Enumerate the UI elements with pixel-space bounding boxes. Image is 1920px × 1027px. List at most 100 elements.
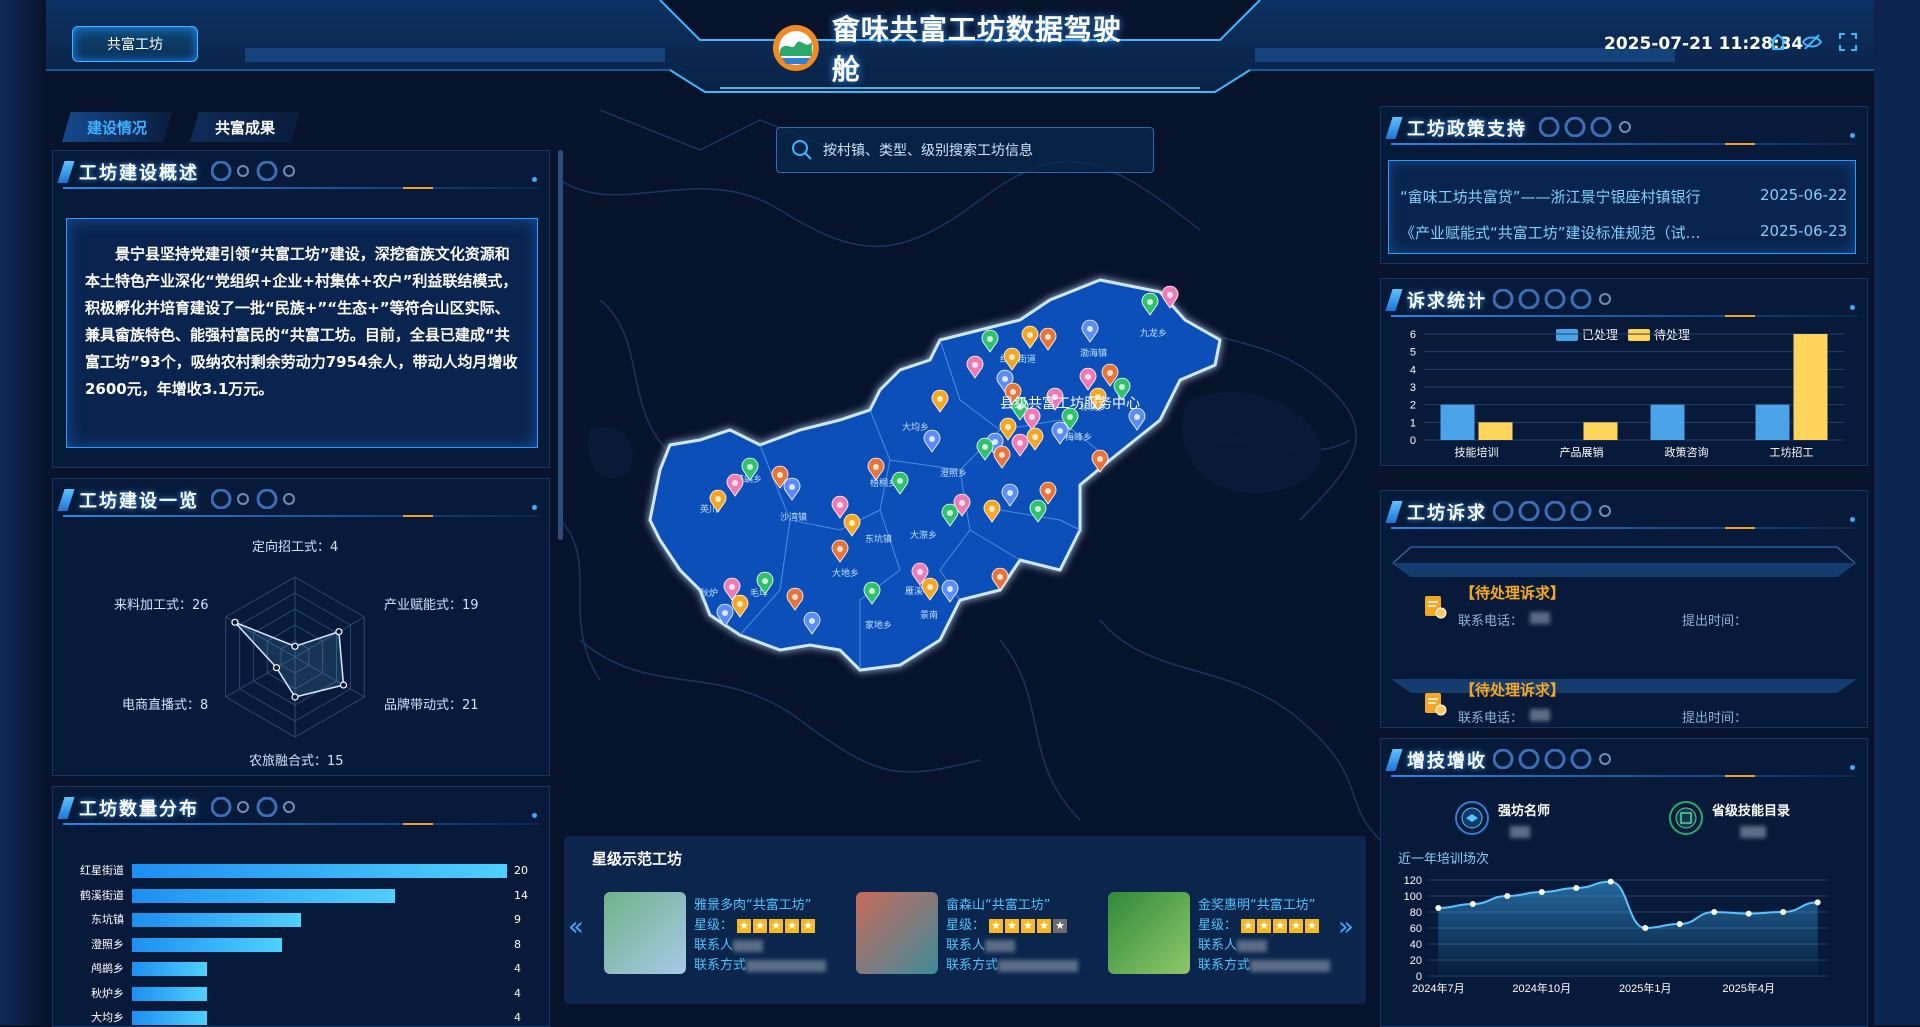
training-point[interactable] (1538, 889, 1545, 895)
radar-point[interactable] (291, 642, 299, 650)
county-map[interactable]: 九龙乡渤海镇红星街道大均乡梅峰乡澄照乡鸬鹚乡梧桐乡沙湾镇英川东坑镇大漈乡标溪乡大… (640, 270, 1240, 690)
training-point[interactable] (1711, 909, 1718, 915)
training-line-chart: 0 20 40 60 80 100 120 2024年7月 2024年10月 2025年1月 202… (1404, 875, 1828, 995)
distribution-value: 14 (514, 888, 528, 902)
distribution-row[interactable]: 鸬鹚乡 4 (70, 962, 550, 976)
workshop-tag-button[interactable]: 共富工坊 (72, 26, 198, 62)
appeal-bar[interactable] (1583, 422, 1618, 440)
workshop-name[interactable]: 金奖惠明“共富工坊” (1198, 894, 1315, 913)
town-label: 景南 (920, 609, 938, 620)
radar-label-upper-right: 产业赋能式：19 (384, 598, 479, 613)
distribution-row[interactable]: 大均乡 4 (70, 1011, 550, 1025)
appeal-status[interactable]: 【待处理诉求】 (1460, 679, 1565, 700)
workshop-photo[interactable] (856, 892, 938, 974)
tab-results[interactable]: 共富成果 (190, 112, 300, 142)
skills-panel-header: 增技增收 (1381, 739, 1867, 779)
overview-panel-header: 工坊建设概述 (53, 151, 549, 191)
distribution-bar[interactable] (132, 937, 282, 952)
distribution-label: 鹤溪街道 (80, 888, 124, 902)
workshop-name[interactable]: 雅景多肉“共富工坊” (694, 894, 811, 913)
workshop-photo[interactable] (604, 892, 686, 974)
training-y-tick: 60 (1410, 923, 1422, 935)
workshop-contact: 联系人 (694, 934, 764, 953)
workshop-contact: 联系人 (946, 934, 1016, 953)
training-point[interactable] (1504, 893, 1511, 899)
training-point[interactable] (1745, 910, 1752, 917)
training-point[interactable] (1573, 885, 1580, 891)
training-point[interactable] (1676, 921, 1683, 927)
appeal-status[interactable]: 【待处理诉求】 (1460, 582, 1565, 603)
training-point[interactable] (1642, 925, 1649, 931)
search-input[interactable]: 按村镇、类型、级别搜索工坊信息 (823, 140, 1033, 160)
town-label: 渤海镇 (1080, 347, 1107, 358)
star-icon: ★ (1037, 919, 1052, 933)
training-point[interactable] (1469, 901, 1476, 907)
header-slash-decoration (1385, 289, 1403, 311)
distribution-bar[interactable] (132, 913, 301, 927)
town-label: 澄照乡 (940, 467, 967, 478)
contact-redacted (1237, 939, 1268, 952)
workshop-name[interactable]: 畲森山“共富工坊” (946, 894, 1050, 913)
appeal-bar[interactable] (1755, 404, 1790, 440)
policy-item-text[interactable]: 《产业赋能式“共富工坊”建设标准规范（试… (1400, 222, 1730, 243)
appeal-document-icon[interactable] (1422, 594, 1448, 620)
policy-item-text[interactable]: “畲味工坊共富贷”——浙江景宁银座村镇银行 (1400, 186, 1701, 207)
distribution-bar[interactable] (132, 864, 507, 878)
left-scrollbar[interactable] (558, 150, 563, 540)
distribution-row[interactable]: 东坑镇 9 (70, 913, 550, 927)
logo-icon (772, 25, 819, 71)
radar-point[interactable] (231, 618, 239, 626)
search-box[interactable]: 按村镇、类型、级别搜索工坊信息 (776, 127, 1154, 173)
tab-construction[interactable]: 建设情况 (62, 112, 172, 142)
masters-label[interactable]: 强坊名师 (1498, 800, 1550, 819)
appeal-document-icon[interactable] (1422, 691, 1448, 717)
radar-point[interactable] (291, 693, 299, 701)
training-point[interactable] (1780, 909, 1787, 915)
header-dot (1850, 517, 1855, 522)
appeal-bar[interactable] (1440, 404, 1475, 440)
service-center-label[interactable]: 县级共富工坊服务中心 (1000, 395, 1140, 411)
radar-point[interactable] (272, 664, 281, 672)
phone-redacted (1250, 959, 1331, 972)
carousel-prev-arrow[interactable]: « (568, 912, 584, 942)
distribution-value: 4 (514, 962, 521, 975)
town-label: 秋炉 (700, 587, 718, 598)
distribution-row[interactable]: 鹤溪街道 14 (70, 888, 550, 903)
star-workshop-card[interactable]: 雅景多肉“共富工坊” 星级： ★ ★ ★ ★ ★ 联系人 联系方式 (604, 892, 844, 976)
star-workshop-card[interactable]: 金奖惠明“共富工坊” 星级： ★ ★ ★ ★ ★ 联系人 联系方式 (1108, 892, 1348, 976)
distribution-bar[interactable] (132, 962, 207, 976)
header-slash-decoration (1385, 501, 1403, 523)
distribution-bar[interactable] (132, 1011, 207, 1025)
appeal-bar[interactable] (1793, 334, 1828, 440)
distribution-row[interactable]: 红星街道 20 (70, 864, 550, 878)
star-workshops-title: 星级示范工坊 (592, 850, 683, 868)
distribution-row[interactable]: 澄照乡 8 (70, 937, 550, 952)
catalog-icon[interactable] (1668, 800, 1704, 836)
hide-icon[interactable] (1802, 32, 1822, 52)
masters-value-redacted (1510, 826, 1530, 838)
appeal-bar[interactable] (1650, 404, 1685, 440)
training-point[interactable] (1814, 899, 1821, 906)
masters-icon[interactable] (1454, 800, 1490, 836)
appeal-phone-label: 联系电话： (1458, 614, 1524, 629)
left-scrollbar-thumb[interactable] (558, 150, 563, 540)
search-icon (792, 140, 812, 160)
header-accent (1725, 315, 1755, 317)
workshop-photo[interactable] (1108, 892, 1190, 974)
distribution-bar[interactable] (132, 888, 395, 903)
catalog-label[interactable]: 省级技能目录 (1712, 800, 1790, 819)
distribution-label: 鸬鹚乡 (91, 962, 124, 975)
star-workshop-card[interactable]: 畲森山“共富工坊” 星级： ★ ★ ★ ★ ★ 联系人 联系方式 (856, 892, 1096, 976)
radar-point[interactable] (339, 681, 348, 689)
training-point[interactable] (1435, 905, 1442, 911)
policy-title: 工坊政策支持 (1407, 119, 1527, 140)
distribution-row[interactable]: 秋炉乡 4 (70, 986, 550, 1001)
fullscreen-icon[interactable] (1838, 32, 1858, 52)
town-label: 梅峰乡 (1065, 431, 1092, 442)
radar-point[interactable] (335, 628, 343, 636)
training-x-tick: 2025年1月 (1619, 981, 1672, 995)
training-point[interactable] (1607, 878, 1614, 885)
home-icon[interactable] (1768, 32, 1788, 52)
appeal-bar[interactable] (1478, 422, 1513, 440)
distribution-bar[interactable] (132, 986, 207, 1001)
